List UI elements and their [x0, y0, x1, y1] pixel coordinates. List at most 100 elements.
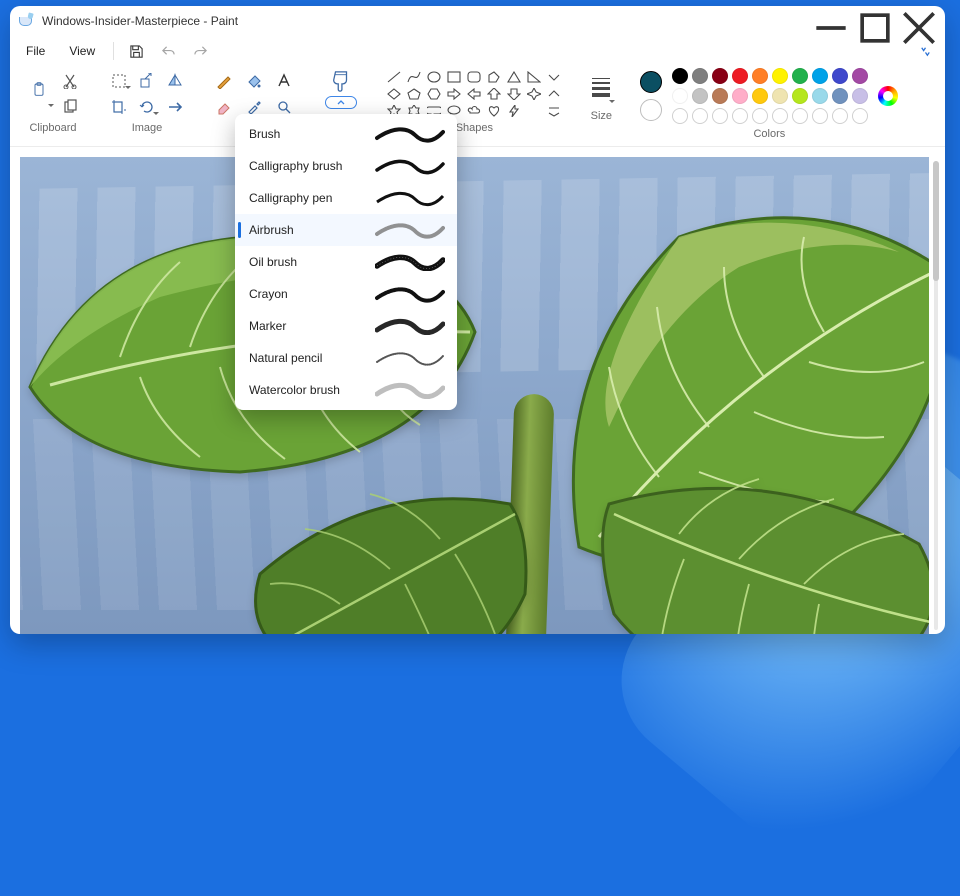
- scroll-up-icon[interactable]: [546, 87, 562, 101]
- color-swatch[interactable]: [772, 88, 788, 104]
- color-swatch-empty[interactable]: [732, 108, 748, 124]
- arrow-up-shape-icon[interactable]: [486, 87, 502, 101]
- minimize-button[interactable]: [809, 6, 853, 36]
- fill-tool[interactable]: [242, 70, 266, 92]
- brush-stroke-preview: [375, 253, 445, 271]
- color-swatch[interactable]: [672, 68, 688, 84]
- color-swatch[interactable]: [712, 88, 728, 104]
- group-label-image: Image: [132, 122, 163, 136]
- edit-colors-button[interactable]: [878, 86, 898, 106]
- color-swatch[interactable]: [752, 68, 768, 84]
- color-swatch-empty[interactable]: [752, 108, 768, 124]
- color-swatch[interactable]: [792, 68, 808, 84]
- arrow-right-shape-icon[interactable]: [446, 87, 462, 101]
- color-swatch[interactable]: [672, 88, 688, 104]
- oval-shape-icon[interactable]: [426, 70, 442, 84]
- primary-color[interactable]: [640, 71, 662, 93]
- polygon-shape-icon[interactable]: [486, 70, 502, 84]
- rounded-rect-shape-icon[interactable]: [466, 70, 482, 84]
- brush-option[interactable]: Brush: [235, 118, 457, 150]
- brush-tool[interactable]: [324, 68, 358, 96]
- pencil-tool[interactable]: [212, 70, 236, 92]
- rectangle-shape-icon[interactable]: [446, 70, 462, 84]
- canvas[interactable]: [20, 157, 929, 634]
- brush-option[interactable]: Natural pencil: [235, 342, 457, 374]
- skew-tool[interactable]: [163, 96, 187, 118]
- color-swatch-empty[interactable]: [692, 108, 708, 124]
- brush-stroke-preview: [375, 157, 445, 175]
- maximize-button[interactable]: [853, 6, 897, 36]
- color-swatch-empty[interactable]: [832, 108, 848, 124]
- text-tool[interactable]: [272, 70, 296, 92]
- size-button[interactable]: [587, 68, 615, 106]
- star4-shape-icon[interactable]: [526, 87, 542, 101]
- color-swatch-empty[interactable]: [772, 108, 788, 124]
- color-swatch[interactable]: [732, 68, 748, 84]
- shape-gallery[interactable]: [386, 68, 562, 118]
- crop-tool[interactable]: [107, 96, 131, 118]
- color-swatch-empty[interactable]: [812, 108, 828, 124]
- brush-option[interactable]: Calligraphy brush: [235, 150, 457, 182]
- window-controls: [809, 6, 941, 36]
- color-swatch[interactable]: [832, 68, 848, 84]
- save-icon[interactable]: [122, 38, 150, 64]
- brush-stroke-preview: [375, 317, 445, 335]
- color-swatch[interactable]: [692, 68, 708, 84]
- brush-option[interactable]: Calligraphy pen: [235, 182, 457, 214]
- color-swatch[interactable]: [752, 88, 768, 104]
- color-swatch[interactable]: [712, 68, 728, 84]
- hexagon-shape-icon[interactable]: [426, 87, 442, 101]
- callout-cloud-icon[interactable]: [466, 104, 482, 118]
- triangle-shape-icon[interactable]: [506, 70, 522, 84]
- secondary-color[interactable]: [640, 99, 662, 121]
- brush-dropdown-button[interactable]: [325, 96, 357, 109]
- resize-tool[interactable]: [135, 70, 159, 92]
- arrow-down-shape-icon[interactable]: [506, 87, 522, 101]
- pentagon-shape-icon[interactable]: [406, 87, 422, 101]
- color-swatch-empty[interactable]: [792, 108, 808, 124]
- color-swatch-empty[interactable]: [672, 108, 688, 124]
- color-swatch-empty[interactable]: [852, 108, 868, 124]
- color-swatch[interactable]: [792, 88, 808, 104]
- color-swatch[interactable]: [732, 88, 748, 104]
- color-swatch[interactable]: [852, 88, 868, 104]
- color-swatch[interactable]: [772, 68, 788, 84]
- cut-button[interactable]: [58, 70, 82, 92]
- brush-option[interactable]: Oil brush: [235, 246, 457, 278]
- brush-option[interactable]: Watercolor brush: [235, 374, 457, 406]
- heart-shape-icon[interactable]: [486, 104, 502, 118]
- lightning-shape-icon[interactable]: [506, 104, 522, 118]
- color-swatch[interactable]: [852, 68, 868, 84]
- paste-button[interactable]: [24, 70, 54, 110]
- flip-tool[interactable]: [163, 70, 187, 92]
- color-swatch[interactable]: [692, 88, 708, 104]
- brush-option[interactable]: Crayon: [235, 278, 457, 310]
- diamond-shape-icon[interactable]: [386, 87, 402, 101]
- line-shape-icon[interactable]: [386, 70, 402, 84]
- rotate-tool[interactable]: [135, 96, 159, 118]
- arrow-left-shape-icon[interactable]: [466, 87, 482, 101]
- expand-shapes-icon[interactable]: [546, 104, 562, 118]
- menu-view[interactable]: View: [59, 40, 105, 62]
- right-triangle-shape-icon[interactable]: [526, 70, 542, 84]
- color-swatch[interactable]: [812, 68, 828, 84]
- scroll-down-icon[interactable]: [546, 70, 562, 84]
- eraser-tool[interactable]: [212, 96, 236, 118]
- curve-shape-icon[interactable]: [406, 70, 422, 84]
- color-swatch-empty[interactable]: [712, 108, 728, 124]
- redo-icon[interactable]: [186, 38, 214, 64]
- brush-option[interactable]: Airbrush: [235, 214, 457, 246]
- select-tool[interactable]: [107, 70, 131, 92]
- vertical-scrollbar[interactable]: [929, 157, 943, 634]
- settings-icon[interactable]: [911, 38, 939, 64]
- group-label-shapes: Shapes: [456, 122, 493, 136]
- brush-option[interactable]: Marker: [235, 310, 457, 342]
- copy-button[interactable]: [58, 96, 82, 118]
- group-size: Size: [583, 68, 619, 128]
- undo-icon[interactable]: [154, 38, 182, 64]
- color-swatch[interactable]: [832, 88, 848, 104]
- canvas-area: [10, 147, 945, 634]
- close-button[interactable]: [897, 6, 941, 36]
- menu-file[interactable]: File: [16, 40, 55, 62]
- color-swatch[interactable]: [812, 88, 828, 104]
